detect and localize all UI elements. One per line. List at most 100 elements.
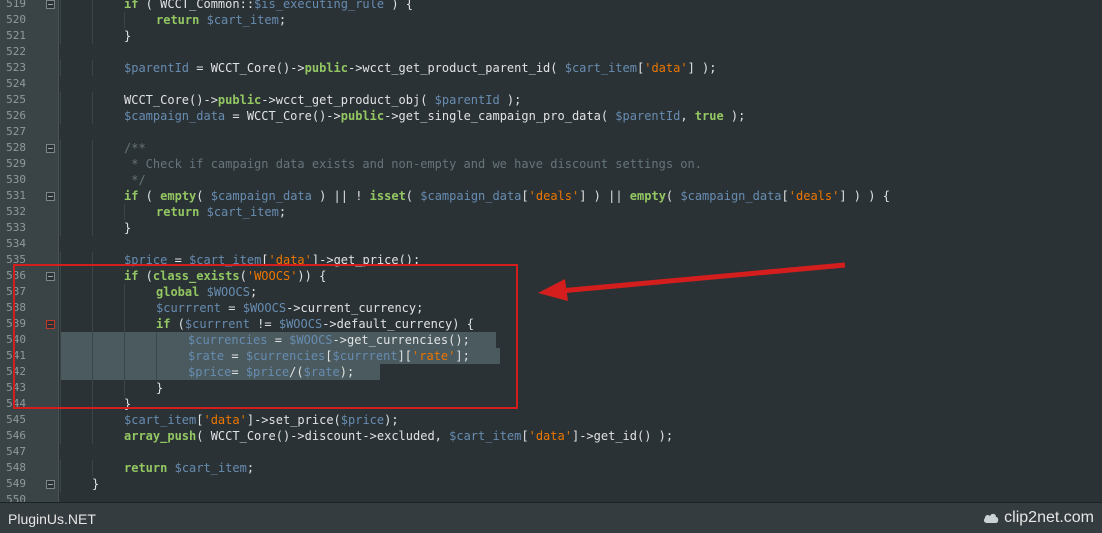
brand-logo[interactable]: clip2net.com xyxy=(983,509,1094,527)
indent-guide xyxy=(92,60,93,76)
brand-text: clip2net.com xyxy=(1004,509,1094,526)
line-number: 526 xyxy=(6,109,26,122)
code-line[interactable]: 547 xyxy=(0,444,1102,460)
code-text: } xyxy=(124,29,132,43)
code-line[interactable]: 524 xyxy=(0,76,1102,92)
code-text: } xyxy=(92,477,100,491)
code-line[interactable]: 529 * Check if campaign data exists and … xyxy=(0,156,1102,172)
code-line[interactable]: 519 if ( WCCT_Common::$is_executing_rule … xyxy=(0,0,1102,12)
code-line[interactable]: 528 /** xyxy=(0,140,1102,156)
code-line[interactable]: 533} xyxy=(0,220,1102,236)
cloud-icon xyxy=(984,513,999,523)
line-number: 531 xyxy=(6,189,26,202)
code-line[interactable]: 534 xyxy=(0,236,1102,252)
indent-guide xyxy=(60,476,61,492)
indent-guide xyxy=(92,0,93,12)
code-line[interactable]: 545 $cart_item['data']->set_price($price)… xyxy=(0,412,1102,428)
code-line[interactable]: 520 return $cart_item; xyxy=(0,12,1102,28)
code-line[interactable]: 521} xyxy=(0,28,1102,44)
indent-guide xyxy=(60,28,61,44)
code-line[interactable]: 523 $parentId = WCCT_Core()->public->wcct… xyxy=(0,60,1102,76)
line-number: 525 xyxy=(6,93,26,106)
line-number: 522 xyxy=(6,45,26,58)
code-line[interactable]: 530 */ xyxy=(0,172,1102,188)
fold-toggle-icon[interactable] xyxy=(46,480,55,489)
indent-guide xyxy=(124,204,125,220)
indent-guide xyxy=(92,156,93,172)
line-number: 530 xyxy=(6,173,26,186)
code-text: $cart_item['data']->set_price($price); xyxy=(124,413,399,427)
code-text: $campaign_data = WCCT_Core()->public->ge… xyxy=(124,109,746,123)
code-line[interactable]: 549} xyxy=(0,476,1102,492)
indent-guide xyxy=(92,428,93,444)
code-text: return $cart_item; xyxy=(156,205,287,219)
code-line[interactable]: 526 $campaign_data = WCCT_Core()->public-… xyxy=(0,108,1102,124)
indent-guide xyxy=(60,220,61,236)
code-text: $parentId = WCCT_Core()->public->wcct_ge… xyxy=(124,61,717,75)
line-number: 523 xyxy=(6,61,26,74)
indent-guide xyxy=(92,140,93,156)
line-number: 520 xyxy=(6,13,26,26)
code-text: * Check if campaign data exists and non-… xyxy=(124,157,702,171)
indent-guide xyxy=(60,12,61,28)
line-number: 532 xyxy=(6,205,26,218)
indent-guide xyxy=(60,92,61,108)
code-text: if ( empty( $campaign_data ) || ! isset(… xyxy=(124,189,890,203)
line-number: 547 xyxy=(6,445,26,458)
line-number: 519 xyxy=(6,0,26,10)
line-number: 550 xyxy=(6,493,26,502)
line-number: 524 xyxy=(6,77,26,90)
indent-guide xyxy=(92,92,93,108)
code-text: return $cart_item; xyxy=(156,13,287,27)
code-text: return $cart_item; xyxy=(124,461,255,475)
indent-guide xyxy=(60,460,61,476)
line-number: 545 xyxy=(6,413,26,426)
code-text: /** xyxy=(124,141,146,155)
indent-guide xyxy=(92,108,93,124)
indent-guide xyxy=(60,156,61,172)
code-line[interactable]: 550 xyxy=(0,492,1102,502)
indent-guide xyxy=(60,140,61,156)
line-number: 548 xyxy=(6,461,26,474)
indent-guide xyxy=(60,428,61,444)
fold-toggle-icon[interactable] xyxy=(46,0,55,9)
indent-guide xyxy=(92,28,93,44)
code-text: } xyxy=(124,221,132,235)
indent-guide xyxy=(92,460,93,476)
line-number: 546 xyxy=(6,429,26,442)
status-bar: PluginUs.NET clip2net.com xyxy=(0,502,1102,533)
indent-guide xyxy=(60,108,61,124)
line-number: 528 xyxy=(6,141,26,154)
highlight-box xyxy=(13,264,518,409)
code-line[interactable]: 532 return $cart_item; xyxy=(0,204,1102,220)
code-text: if ( WCCT_Common::$is_executing_rule ) { xyxy=(124,0,413,11)
code-line[interactable]: 527 xyxy=(0,124,1102,140)
line-number: 521 xyxy=(6,29,26,42)
code-text: WCCT_Core()->public->wcct_get_product_ob… xyxy=(124,93,522,107)
line-number: 529 xyxy=(6,157,26,170)
code-editor[interactable]: 519 if ( WCCT_Common::$is_executing_rule … xyxy=(0,0,1102,502)
indent-guide xyxy=(92,204,93,220)
line-number: 527 xyxy=(6,125,26,138)
code-line[interactable]: 548 return $cart_item; xyxy=(0,460,1102,476)
indent-guide xyxy=(92,12,93,28)
indent-guide xyxy=(60,172,61,188)
indent-guide xyxy=(124,12,125,28)
line-number: 549 xyxy=(6,477,26,490)
code-line[interactable]: 531 if ( empty( $campaign_data ) || ! iss… xyxy=(0,188,1102,204)
indent-guide xyxy=(92,188,93,204)
site-label: PluginUs.NET xyxy=(8,511,96,527)
code-line[interactable]: 525 WCCT_Core()->public->wcct_get_product… xyxy=(0,92,1102,108)
code-line[interactable]: 546 array_push( WCCT_Core()->discount->ex… xyxy=(0,428,1102,444)
indent-guide xyxy=(60,60,61,76)
indent-guide xyxy=(92,412,93,428)
line-number: 533 xyxy=(6,221,26,234)
indent-guide xyxy=(60,188,61,204)
indent-guide xyxy=(60,204,61,220)
indent-guide xyxy=(92,220,93,236)
indent-guide xyxy=(60,412,61,428)
code-line[interactable]: 522 xyxy=(0,44,1102,60)
fold-toggle-icon[interactable] xyxy=(46,144,55,153)
fold-toggle-icon[interactable] xyxy=(46,192,55,201)
line-number: 534 xyxy=(6,237,26,250)
